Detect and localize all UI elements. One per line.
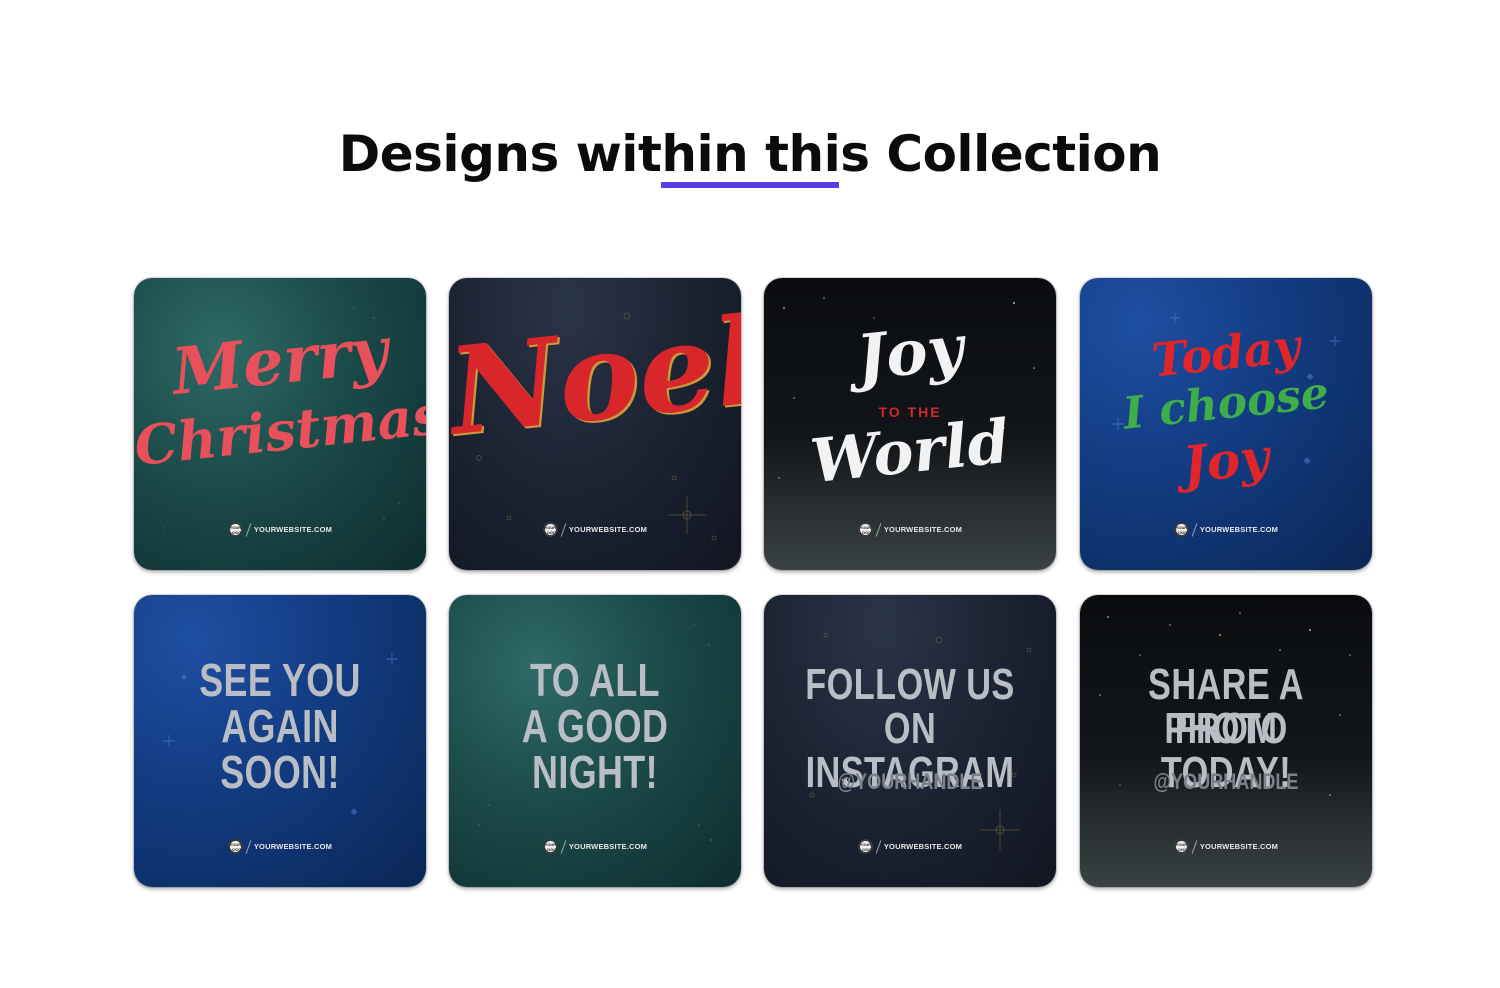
website-label: YOURWEBSITE.COM [883,525,963,534]
design-card-today-i-choose-joy[interactable]: Today I choose Joy YOUR LOGO YOURWEBSITE… [1080,278,1372,570]
divider [1191,522,1198,537]
card-line-1: FOLLOW US [805,660,1015,709]
design-card-noel[interactable]: Noel YOUR LOGO YOURWEBSITE.COM [449,278,741,570]
card-line-3: SOON! [220,746,340,798]
social-handle: @YOURHANDLE [837,769,983,794]
logo-placeholder: YOUR LOGO [227,839,243,854]
logo-placeholder: YOUR LOGO [542,522,558,537]
website-label: YOURWEBSITE.COM [1199,525,1279,534]
website-label: YOURWEBSITE.COM [568,525,648,534]
divider [245,839,252,854]
title-underline [661,182,839,188]
card-line-1: SEE YOU [199,654,361,706]
logo-placeholder: YOUR LOGO [857,522,873,537]
card-footer: YOUR LOGO YOURWEBSITE.COM [1080,839,1372,854]
card-line-1: TO ALL [530,654,660,706]
logo-placeholder: YOUR LOGO [1173,522,1189,537]
card-footer: YOUR LOGO YOURWEBSITE.COM [764,839,1056,854]
website-label: YOURWEBSITE.COM [883,842,963,851]
card-line-2: AGAIN [221,700,339,752]
card-footer: YOUR LOGO YOURWEBSITE.COM [134,522,426,537]
design-card-joy-to-the-world[interactable]: Joy TO THE World YOUR LOGO YOURWEBSITE.C… [764,278,1056,570]
divider [560,839,567,854]
website-label: YOURWEBSITE.COM [253,525,333,534]
design-card-to-all-a-good-night[interactable]: TO ALL A GOOD NIGHT! YOUR LOGO YOURWEBSI… [449,595,741,887]
card-footer: YOUR LOGO YOURWEBSITE.COM [449,839,741,854]
logo-placeholder: YOUR LOGO [1173,839,1189,854]
design-card-merry-christmas[interactable]: Merry Christmas YOUR LOGO YOURWEBSITE.CO… [134,278,426,570]
logo-placeholder: YOUR LOGO [542,839,558,854]
card-footer: YOUR LOGO YOURWEBSITE.COM [764,522,1056,537]
divider [1191,839,1198,854]
social-handle: @YOURHANDLE [1153,769,1299,794]
card-line-2: A GOOD [521,700,669,752]
card-footer: YOUR LOGO YOURWEBSITE.COM [449,522,741,537]
design-card-follow-us[interactable]: FOLLOW US ON INSTAGRAM @YOURHANDLE YOUR … [764,595,1056,887]
website-label: YOURWEBSITE.COM [1199,842,1279,851]
divider [875,522,882,537]
logo-placeholder: YOUR LOGO [857,839,873,854]
card-line-1: Noel [449,290,741,463]
card-footer: YOUR LOGO YOURWEBSITE.COM [1080,522,1372,537]
website-label: YOURWEBSITE.COM [253,842,333,851]
divider [560,522,567,537]
page-title: Designs within this Collection [338,124,1162,183]
card-line-3: NIGHT! [532,746,658,798]
card-footer: YOUR LOGO YOURWEBSITE.COM [134,839,426,854]
logo-placeholder: YOUR LOGO [227,522,243,537]
website-label: YOURWEBSITE.COM [568,842,648,851]
divider [875,839,882,854]
design-card-see-you-again-soon[interactable]: SEE YOU AGAIN SOON! YOUR LOGO YOURWEBSIT… [134,595,426,887]
divider [245,522,252,537]
design-card-share-a-photo[interactable]: SHARE A PHOTO FROM TODAY! @YOURHANDLE YO… [1080,595,1372,887]
